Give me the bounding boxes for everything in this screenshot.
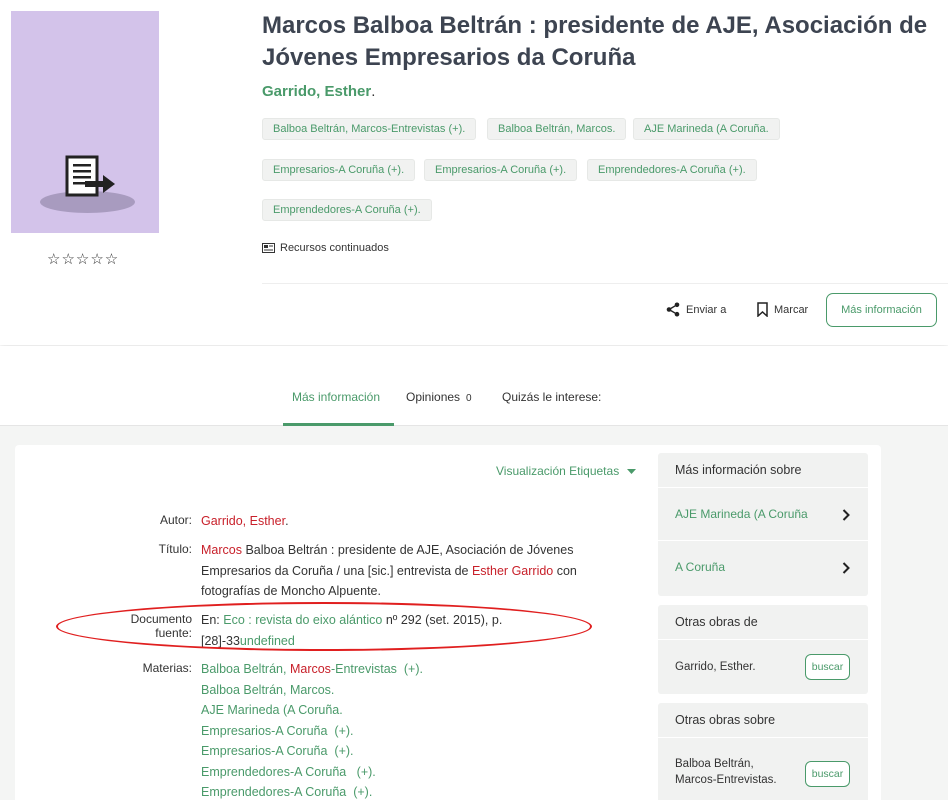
titulo-value: Marcos Balboa Beltrán : presidente de AJ… [201, 543, 577, 598]
materias-label: Materias: [142, 661, 192, 675]
titulo-label: Título: [158, 542, 192, 556]
share-icon [666, 302, 680, 317]
rating-stars[interactable]: ☆☆☆☆☆ [47, 250, 119, 268]
send-to-button[interactable]: Enviar a [666, 302, 726, 317]
more-info-about-box: Más información sobre AJE Marineda (A Co… [658, 453, 868, 596]
record-header-card: ☆☆☆☆☆ Marcos Balboa Beltrán : presidente… [0, 0, 948, 345]
newspaper-icon [262, 243, 275, 253]
search-author-button[interactable]: buscar [805, 654, 850, 680]
other-works-by-title: Otras obras de [658, 605, 868, 640]
other-works-subject: Balboa Beltrán, Marcos-Entrevistas. [675, 758, 777, 786]
chevron-right-icon [842, 562, 850, 574]
tab-mas-informacion[interactable]: Más información [292, 390, 380, 404]
subject-tag[interactable]: Empresarios-A Coruña (+). [262, 159, 416, 181]
materia-item[interactable]: Balboa Beltrán, Marcos. [201, 683, 334, 697]
tab-quizas-le-interese[interactable]: Quizás le interese: [502, 390, 601, 404]
materia-item[interactable]: Empresarios-A Coruña (+). [201, 724, 354, 738]
document-export-icon [65, 155, 115, 197]
subject-tag[interactable]: Empresarios-A Coruña (+). [424, 159, 578, 181]
other-works-about-title: Otras obras sobre [658, 703, 868, 738]
more-info-item-aje[interactable]: AJE Marineda (A Coruña [658, 488, 868, 541]
autor-link[interactable]: Garrido, Esther [201, 514, 285, 528]
view-toggle-dropdown[interactable]: Visualización Etiquetas [496, 464, 637, 478]
record-title: Marcos Balboa Beltrán : presidente de AJ… [262, 12, 928, 71]
tab-bar: Más información Opiniones 0 Quizás le int… [0, 346, 948, 426]
more-info-button[interactable]: Más información [826, 293, 937, 327]
chevron-right-icon [842, 509, 850, 521]
bookmark-button[interactable]: Marcar [757, 302, 808, 317]
opinion-count: 0 [466, 393, 472, 404]
bookmark-icon [757, 302, 768, 317]
record-author[interactable]: Garrido, Esther. [262, 83, 375, 100]
materia-item[interactable]: Empresarios-A Coruña (+). [201, 744, 354, 758]
other-works-author: Garrido, Esther. [675, 661, 756, 673]
autor-value: Garrido, Esther. [201, 514, 289, 528]
materia-item[interactable]: Emprendedores-A Coruña (+). [201, 765, 376, 779]
titulo-link-marcos[interactable]: Marcos [201, 543, 242, 557]
subject-tag[interactable]: Emprendedores-A Coruña (+). [587, 159, 757, 181]
materia-item[interactable]: Emprendedores-A Coruña (+). [201, 785, 372, 799]
autor-label: Autor: [159, 513, 192, 527]
tab-opiniones[interactable]: Opiniones 0 [406, 390, 472, 404]
caret-down-icon [627, 468, 637, 474]
other-works-about-box: Otras obras sobre Balboa Beltrán, Marcos-… [658, 703, 868, 800]
materia-item[interactable]: Balboa Beltrán, Marcos-Entrevistas (+). [201, 662, 423, 676]
more-info-item-coruna[interactable]: A Coruña [658, 541, 868, 594]
subject-tag[interactable]: AJE Marineda (A Coruña. [633, 118, 780, 140]
materia-item[interactable]: AJE Marineda (A Coruña. [201, 703, 343, 717]
subject-tag[interactable]: Balboa Beltrán, Marcos-Entrevistas (+). [262, 118, 477, 140]
cover-image[interactable] [11, 11, 159, 233]
more-info-about-title: Más información sobre [658, 453, 868, 488]
header-divider [262, 283, 948, 284]
highlight-ellipse [56, 602, 592, 651]
titulo-link-esther[interactable]: Esther Garrido [472, 564, 553, 578]
other-works-by-box: Otras obras de Garrido, Esther. buscar [658, 605, 868, 694]
subject-tag[interactable]: Emprendedores-A Coruña (+). [262, 199, 432, 221]
resource-type: Recursos continuados [262, 242, 389, 254]
search-subject-button[interactable]: buscar [805, 761, 850, 787]
subject-tag[interactable]: Balboa Beltrán, Marcos. [487, 118, 627, 140]
